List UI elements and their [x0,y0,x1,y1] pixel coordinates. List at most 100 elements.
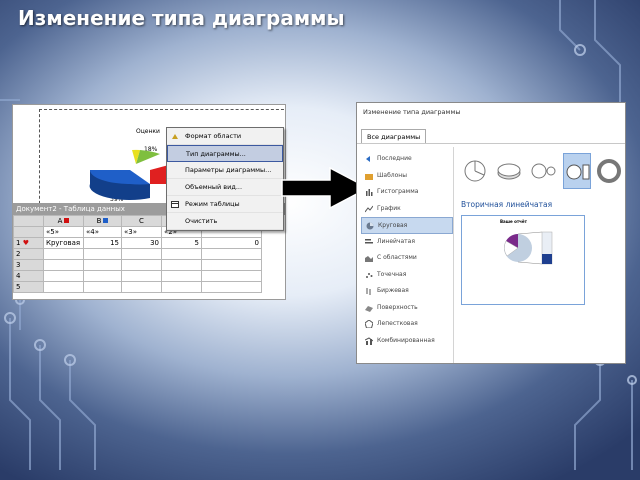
table-row: 5 [13,281,262,293]
chart-type-label: Линейчатая [377,237,415,245]
menu-item-label: Параметры диаграммы... [185,166,272,174]
column-header[interactable]: B [83,215,122,227]
chart-type-templates[interactable]: Шаблоны [361,168,453,185]
preview-title: Ваше отчёт [500,219,527,224]
column-header[interactable]: A [43,215,84,227]
table-cell[interactable] [161,281,202,293]
table-icon [171,201,179,208]
pie-series-icon: ♥ [22,239,29,247]
scatter-chart-icon [366,272,373,278]
chart-type-scatter[interactable]: Точечная [361,267,453,284]
column-header-label: B [96,217,102,225]
dialog-title: Изменение типа диаграммы [363,108,461,116]
menu-item-3d-view[interactable]: Объемный вид... [167,179,283,196]
table-cell[interactable] [121,259,162,271]
table-cell[interactable]: 0 [201,237,262,249]
row-header[interactable] [13,226,44,238]
row-header[interactable]: 3 [13,259,44,271]
chart-type-label: Последние [377,155,412,162]
table-cell[interactable] [161,248,202,260]
chart-type-recent[interactable]: Последние [361,151,453,168]
row-header[interactable]: 4 [13,270,44,282]
pie-3d-icon [497,163,521,180]
subtype-doughnut[interactable] [595,153,623,189]
table-cell[interactable] [201,248,262,260]
menu-item-datasheet[interactable]: Режим таблицы [167,196,283,213]
menu-item-format-chart-area[interactable]: Формат области диаграммы... [167,128,283,157]
table-cell[interactable] [201,281,262,293]
chart-title: Оценки [136,128,160,135]
menu-item-chart-type[interactable]: Тип диаграммы... [167,145,283,162]
change-chart-type-dialog: Изменение типа диаграммы Все диаграммы П… [356,102,626,364]
table-cell[interactable] [201,270,262,282]
pie-chart-icon [366,222,374,230]
subtype-bar-of-pie[interactable] [563,153,591,189]
table-cell[interactable] [83,248,122,260]
column-header-label: C [139,217,144,225]
chart-type-label: Лепестковая [377,320,418,327]
chart-preview[interactable]: Ваше отчёт [461,215,585,305]
table-cell[interactable] [201,259,262,271]
bar-of-pie-icon [566,164,590,180]
table-cell[interactable] [121,248,162,260]
table-cell[interactable]: «4» [83,226,122,238]
subtype-pie-3d[interactable] [495,153,523,189]
table-cell[interactable] [121,281,162,293]
chart-type-combo[interactable]: Комбинированная [361,333,453,350]
table-cell[interactable] [43,270,84,282]
surface-chart-icon [365,305,373,312]
chart-type-label: С областями [377,254,417,261]
menu-item-label: Режим таблицы [185,200,240,208]
chart-type-label: Поверхность [377,303,418,311]
corner-cell [13,215,44,227]
menu-item-label: Тип диаграммы... [186,150,246,158]
menu-item-chart-options[interactable]: Параметры диаграммы... [167,162,283,179]
tab-all-charts[interactable]: Все диаграммы [361,129,427,143]
format-icon [172,134,178,139]
chart-type-line[interactable]: График [361,201,453,218]
pie-slice-green [136,150,160,164]
chart-type-radar[interactable]: Лепестковая [361,316,453,333]
table-cell[interactable] [43,259,84,271]
recent-icon [366,156,370,162]
table-cell[interactable] [83,270,122,282]
bar-of-pie-preview [504,231,553,265]
table-cell[interactable] [121,270,162,282]
table-row: 1 ♥ Круговая 15 30 5 0 [13,237,262,249]
chart-type-pie[interactable]: Круговая [361,217,453,234]
table-cell[interactable]: 30 [121,237,162,249]
table-cell[interactable] [43,281,84,293]
column-chart-icon [366,189,373,196]
context-menu: Формат области диаграммы... Тип диаграмм… [166,127,284,231]
subtype-name: Вторичная линейчатая [461,200,553,209]
table-cell[interactable]: Круговая [43,237,84,249]
chart-type-surface[interactable]: Поверхность [361,300,453,317]
row-header[interactable]: 5 [13,281,44,293]
menu-item-clear[interactable]: Очистить [167,213,283,230]
table-cell[interactable] [161,270,202,282]
row-header[interactable]: 2 [13,248,44,260]
table-cell[interactable]: 15 [83,237,122,249]
chart-type-bar[interactable]: Линейчатая [361,234,453,251]
chart-type-label: Гистограмма [377,188,419,195]
table-cell[interactable] [161,259,202,271]
table-row: 3 [13,259,262,271]
chart-type-label: Биржевая [377,287,409,294]
chart-type-label: Точечная [377,270,407,278]
chart-type-stock[interactable]: Биржевая [361,283,453,300]
combo-chart-icon [365,336,373,345]
subtype-pie[interactable] [461,153,489,189]
chart-type-list: Последние Шаблоны Гистограмма График Кру… [361,151,453,349]
table-cell[interactable]: «3» [121,226,162,238]
series-marker-icon [103,218,109,223]
subtype-pie-of-pie[interactable] [529,153,557,189]
table-cell[interactable] [83,259,122,271]
table-cell[interactable] [43,248,84,260]
table-cell[interactable] [83,281,122,293]
table-cell[interactable]: 5 [161,237,202,249]
chart-type-column[interactable]: Гистограмма [361,184,453,201]
column-header[interactable]: C [121,215,162,227]
table-cell[interactable]: «5» [43,226,84,238]
row-header[interactable]: 1 ♥ [13,237,44,249]
chart-type-area[interactable]: С областями [361,250,453,267]
